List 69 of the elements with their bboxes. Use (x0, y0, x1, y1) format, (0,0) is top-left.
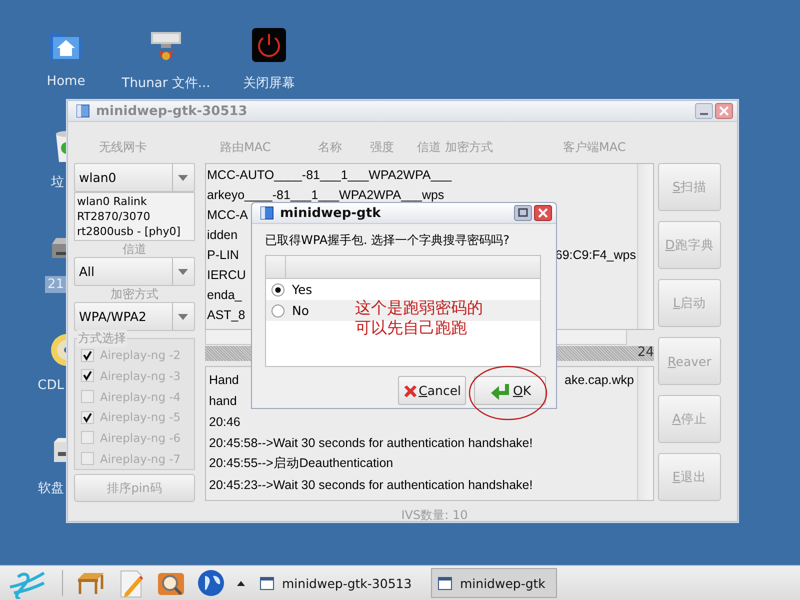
icon-label[interactable]: 垃 (49, 172, 66, 192)
row-text: AST_8 (207, 308, 246, 322)
group-label: 方式选择 (77, 330, 127, 347)
info-text: wlan0 Ralink (77, 194, 148, 209)
field-label: 加密方式 (110, 286, 160, 302)
question-text: 已取得WPA握手包. 选择一个字典搜寻密码吗? (265, 232, 511, 249)
field-label: 信道 (122, 241, 148, 257)
column-header: 信道 (417, 138, 442, 156)
dropdown[interactable]: All (74, 257, 195, 286)
option-label[interactable]: Yes (292, 282, 312, 297)
vertical-scrollbar[interactable] (637, 367, 653, 500)
row-text: arkeyo____-81___1___WPA2WPA___wps (207, 188, 444, 202)
caret-icon (178, 268, 188, 274)
status-text: IVS数量: 10 (400, 507, 469, 524)
annotation-text: 这个是跑弱密码的 (355, 298, 483, 318)
taskbar-button[interactable]: minidwep-gtk (431, 568, 557, 598)
cancel-button[interactable]: Cancel (398, 376, 466, 405)
column-header: 无线网卡 (98, 138, 148, 156)
row-text: 20:45:55-->启动Deauthentication (209, 455, 394, 472)
row-text: MCC-A (207, 208, 248, 222)
column-header: 路由MAC (220, 138, 272, 156)
window-title: minidwep-gtk-30513 (96, 104, 248, 118)
annotation-text: 可以先自己跑跑 (355, 318, 468, 338)
row-text: IERCU (207, 268, 246, 282)
icon-label[interactable]: Thunar 文件... (120, 73, 212, 93)
radio-button[interactable] (271, 282, 285, 296)
caret-icon (178, 174, 188, 180)
column-header: 强度 (370, 138, 395, 156)
row-text: 69:C9:F4_wps (555, 248, 636, 262)
window-icon (260, 576, 274, 590)
taskbar-button[interactable]: minidwep-gtk-30513 (253, 568, 423, 598)
row-text: Hand (209, 372, 239, 386)
column-header: 客户端MAC (563, 138, 626, 156)
window-icon (260, 206, 274, 220)
window-icon (76, 104, 90, 118)
icon-label[interactable]: Home (44, 73, 88, 90)
row-text: idden (207, 228, 238, 242)
row-text: 20:46 (209, 414, 240, 428)
close-button[interactable] (715, 103, 733, 119)
dialog-title: minidwep-gtk (280, 206, 382, 220)
caret-icon (178, 314, 188, 320)
option-label[interactable]: No (292, 303, 309, 318)
info-text: rt2800usb - [phy0] (77, 224, 182, 239)
radio-button[interactable] (271, 304, 285, 318)
minimize-button[interactable] (695, 103, 713, 119)
column-header: 加密方式 (445, 138, 494, 156)
row-text: P-LIN (207, 248, 239, 262)
caret-icon[interactable] (237, 580, 245, 586)
window-icon (438, 576, 452, 590)
row-text: ake.cap.wkp (564, 372, 634, 386)
info-text: RT2870/3070 (77, 209, 152, 224)
row-text: hand (209, 394, 237, 408)
row-text: 20:45:23-->Wait 30 seconds for authentication handshake! (209, 478, 533, 492)
power-icon[interactable] (250, 26, 288, 64)
icon-label[interactable]: 关闭屏幕 (241, 73, 297, 93)
dropdown[interactable]: wlan0 (74, 163, 195, 192)
row-text: MCC-AUTO____-81___1___WPA2WPA___ (207, 168, 452, 182)
column-header: 名称 (318, 138, 343, 156)
row-text: enda_ (207, 288, 242, 302)
ok-button[interactable]: OK (474, 376, 546, 405)
close-button[interactable] (534, 205, 552, 221)
vertical-scrollbar[interactable] (637, 164, 653, 329)
progress-text: 24 (637, 345, 654, 360)
maximize-button[interactable] (514, 205, 532, 221)
icon-label[interactable]: 软盘 (36, 478, 66, 498)
dropdown[interactable]: WPA/WPA2 (74, 302, 195, 331)
globe-icon[interactable] (195, 567, 227, 599)
row-text: 20:45:58-->Wait 30 seconds for authentication handshake! (209, 436, 533, 450)
icon-label[interactable]: CDL (36, 377, 66, 394)
